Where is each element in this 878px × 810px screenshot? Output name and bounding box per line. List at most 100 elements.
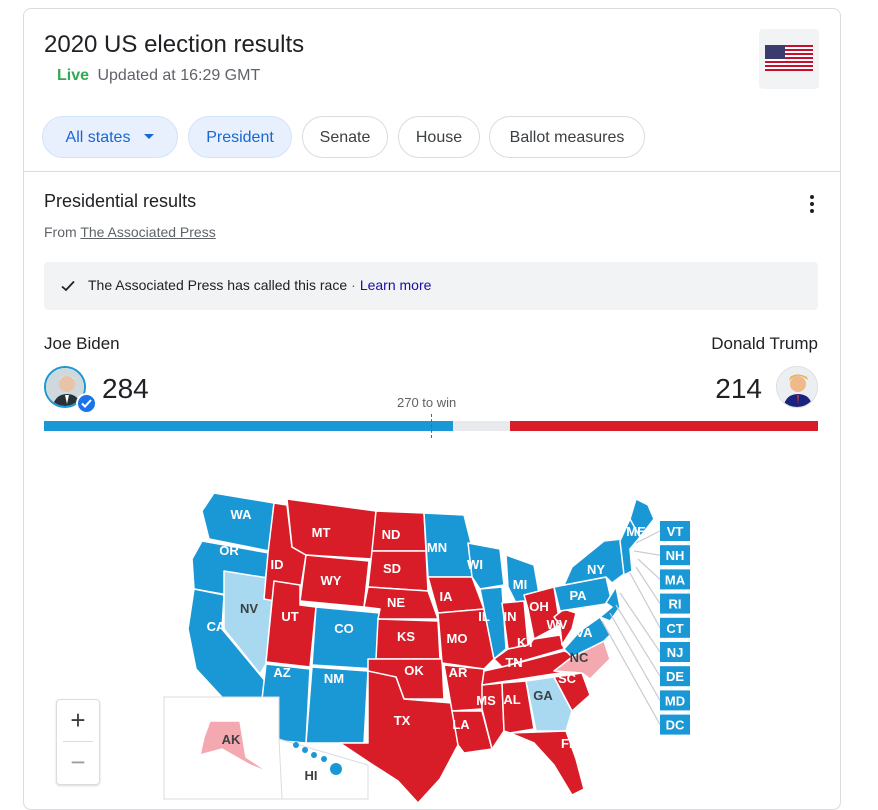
small-state-ma[interactable]: MA <box>660 569 690 590</box>
state-label-wy: WY <box>321 573 342 588</box>
biden-votes: 284 <box>102 373 149 404</box>
state-label-wv: WV <box>547 617 568 632</box>
learn-more-link[interactable]: Learn more <box>360 277 432 293</box>
small-state-label: CT <box>666 621 683 636</box>
trump-progress-bar <box>510 421 818 431</box>
all-states-label: All states <box>65 129 131 146</box>
state-label-ar: AR <box>449 665 468 680</box>
state-label-tn: TN <box>505 655 522 670</box>
small-state-ri[interactable]: RI <box>660 593 690 614</box>
called-text: The Associated Press has called this rac… <box>88 277 348 293</box>
all-states-dropdown[interactable]: All states <box>42 116 178 158</box>
state-label-ks: KS <box>397 629 415 644</box>
senate-chip[interactable]: Senate <box>302 116 388 158</box>
president-chip[interactable]: President <box>188 116 292 158</box>
source-prefix: From <box>44 224 77 240</box>
state-label-ia: IA <box>440 589 454 604</box>
state-label-nm: NM <box>324 671 344 686</box>
race-called-banner: The Associated Press has called this rac… <box>44 262 818 310</box>
biden-progress-bar <box>44 421 453 431</box>
state-label-wi: WI <box>467 557 483 572</box>
state-label-mo: MO <box>447 631 468 646</box>
small-state-label: DE <box>666 669 684 684</box>
house-chip[interactable]: House <box>398 116 480 158</box>
state-label-sd: SD <box>383 561 401 576</box>
state-label-oh: OH <box>529 599 549 614</box>
small-state-nj[interactable]: NJ <box>660 642 690 662</box>
state-label-sc: SC <box>558 671 577 686</box>
state-label-ms: MS <box>476 693 496 708</box>
state-label-ny: NY <box>587 562 605 577</box>
ballot-measures-chip[interactable]: Ballot measures <box>489 116 645 158</box>
small-state-label: NH <box>666 548 685 563</box>
threshold-marker <box>431 414 432 438</box>
small-state-nh[interactable]: NH <box>660 545 690 566</box>
state-label-la: LA <box>452 717 470 732</box>
state-label-ne: NE <box>387 595 405 610</box>
state-label-pa: PA <box>569 588 587 603</box>
state-label-id: ID <box>271 557 284 572</box>
state-label-ga: GA <box>533 688 553 703</box>
threshold-label: 270 to win <box>397 395 457 410</box>
state-label-il: IL <box>478 609 490 624</box>
caret-down-icon <box>144 134 155 140</box>
divider <box>24 171 840 172</box>
state-label-az: AZ <box>273 665 290 680</box>
state-label-ak: AK <box>222 732 241 747</box>
small-state-vt[interactable]: VT <box>660 521 690 541</box>
small-state-label: VT <box>667 524 684 539</box>
small-state-md[interactable]: MD <box>660 690 690 711</box>
section-title: Presidential results <box>44 191 197 211</box>
page-title: 2020 US election results <box>44 31 305 58</box>
small-state-ct[interactable]: CT <box>660 617 690 638</box>
live-status: Live Updated at 16:29 GMT <box>57 67 260 85</box>
election-results-card: 2020 US election results Live Updated at… <box>23 8 841 810</box>
small-state-label: RI <box>669 597 682 612</box>
state-label-co: CO <box>334 621 354 636</box>
leader-line <box>635 566 661 604</box>
zoom-out-button[interactable]: − <box>57 742 99 784</box>
zoom-control: + − <box>56 699 100 785</box>
small-state-dc[interactable]: DC <box>660 714 690 735</box>
state-mt <box>286 498 377 560</box>
source-link[interactable]: The Associated Press <box>80 224 215 240</box>
leader-line <box>601 620 661 725</box>
zoom-in-button[interactable]: + <box>57 700 99 742</box>
small-state-label: NJ <box>667 645 684 660</box>
state-label-nv: NV <box>240 601 258 616</box>
source-line: From The Associated Press <box>44 224 216 240</box>
trump-avatar <box>776 366 818 408</box>
state-label-ok: OK <box>404 663 424 678</box>
updated-time: Updated at 16:29 GMT <box>97 67 261 84</box>
state-label-ca: CA <box>207 619 226 634</box>
leader-line <box>609 612 661 701</box>
small-state-label: MD <box>665 693 685 708</box>
state-label-me: ME <box>626 524 646 539</box>
state-label-fl: FL <box>561 736 577 751</box>
state-label-nd: ND <box>382 527 401 542</box>
state-label-ut: UT <box>281 609 298 624</box>
us-flag-icon <box>759 29 819 89</box>
leader-line <box>633 550 661 556</box>
uncalled-progress-bar <box>452 421 511 431</box>
state-label-hi: HI <box>305 768 318 783</box>
state-label-mi: MI <box>513 577 527 592</box>
state-label-al: AL <box>503 692 520 707</box>
small-state-label: DC <box>666 718 685 733</box>
state-label-or: OR <box>219 543 239 558</box>
more-vert-icon[interactable] <box>802 193 822 215</box>
small-state-label: MA <box>665 572 686 587</box>
electoral-map[interactable]: WA OR CA NV ID MT WY UT AZ CO NM ND SD NE KS OK TX MN IA MO… <box>24 459 840 809</box>
trump-name: Donald Trump <box>711 334 818 353</box>
trump-votes: 214 <box>715 373 762 404</box>
state-label-va: VA <box>575 625 593 640</box>
state-label-mn: MN <box>427 540 447 555</box>
state-label-mt: MT <box>312 525 331 540</box>
live-badge: Live <box>57 67 90 84</box>
biden-name: Joe Biden <box>44 334 120 353</box>
state-label-tx: TX <box>394 713 411 728</box>
small-state-de[interactable]: DE <box>660 666 690 687</box>
leader-line <box>637 558 661 580</box>
winner-check-icon <box>76 393 97 414</box>
state-label-in: IN <box>504 609 517 624</box>
